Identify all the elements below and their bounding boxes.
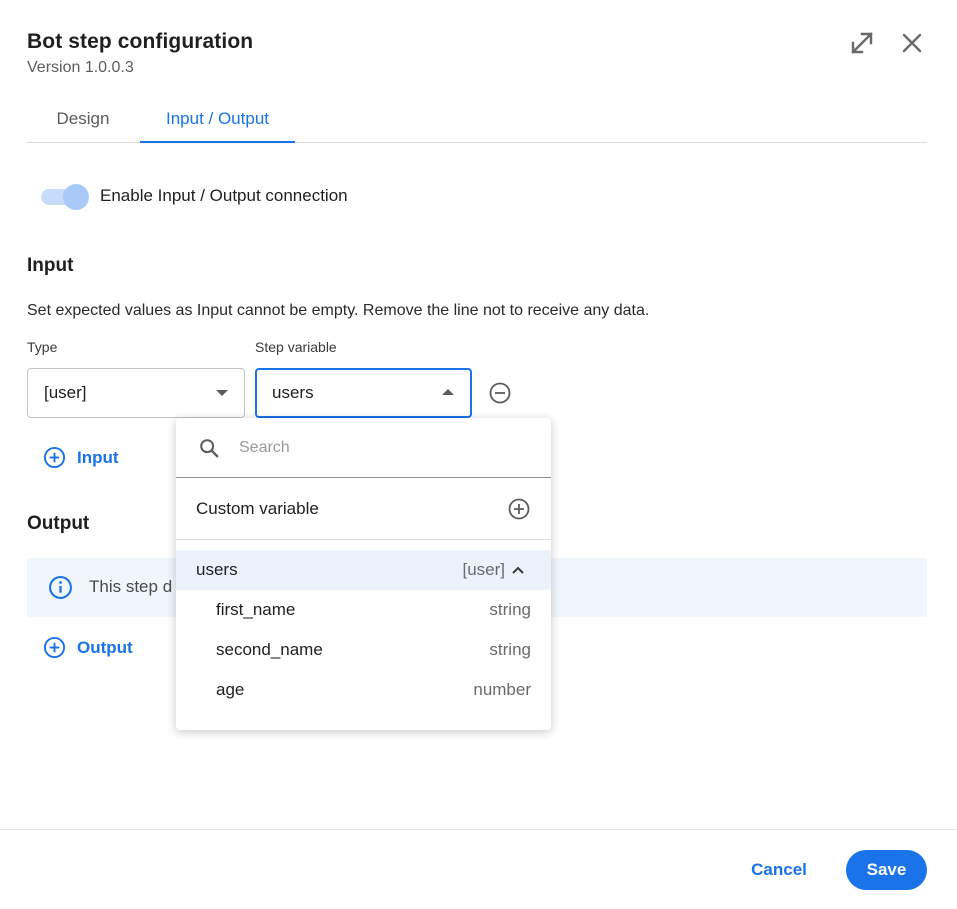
add-output-label: Output bbox=[77, 637, 133, 657]
custom-variable-label: Custom variable bbox=[196, 499, 319, 518]
footer-divider bbox=[0, 829, 957, 830]
variable-group-type: [user] bbox=[462, 560, 505, 579]
type-select[interactable]: [user] bbox=[27, 368, 245, 418]
step-variable-field-label: Step variable bbox=[255, 339, 337, 355]
caret-up-icon bbox=[442, 389, 454, 395]
variable-option-second-name[interactable]: second_name string bbox=[176, 630, 551, 670]
step-variable-select[interactable]: users bbox=[255, 368, 472, 418]
add-input-button[interactable]: Input bbox=[43, 446, 119, 469]
plus-circle-icon[interactable] bbox=[507, 497, 531, 521]
dialog-title: Bot step configuration bbox=[27, 30, 254, 53]
search-icon bbox=[200, 439, 219, 458]
variable-option-type: string bbox=[489, 600, 531, 619]
tab-bar: Design Input / Output bbox=[27, 95, 927, 143]
variable-option-type: number bbox=[473, 680, 531, 699]
variable-option-name: first_name bbox=[216, 600, 296, 619]
add-input-label: Input bbox=[77, 447, 119, 467]
caret-down-icon bbox=[216, 390, 228, 396]
toggle-thumb bbox=[63, 184, 89, 210]
input-description: Set expected values as Input cannot be e… bbox=[27, 302, 650, 319]
variable-option-first-name[interactable]: first_name string bbox=[176, 590, 551, 630]
minus-circle-icon bbox=[489, 382, 511, 404]
enable-io-label: Enable Input / Output connection bbox=[100, 186, 348, 205]
close-icon bbox=[902, 33, 922, 53]
variable-option-type: string bbox=[489, 640, 531, 659]
add-output-button[interactable]: Output bbox=[43, 636, 133, 659]
variable-option-name: second_name bbox=[216, 640, 323, 659]
type-select-value: [user] bbox=[44, 383, 87, 402]
chevron-up-icon[interactable] bbox=[511, 563, 525, 577]
cancel-button[interactable]: Cancel bbox=[738, 851, 820, 889]
type-field-label: Type bbox=[27, 339, 58, 355]
tab-design[interactable]: Design bbox=[27, 95, 139, 142]
dropdown-search-input[interactable] bbox=[239, 434, 529, 462]
expand-icon bbox=[851, 32, 873, 54]
enable-io-toggle[interactable] bbox=[41, 184, 89, 210]
step-variable-value: users bbox=[272, 383, 314, 402]
output-section-title: Output bbox=[27, 513, 90, 534]
save-button[interactable]: Save bbox=[846, 850, 927, 890]
remove-input-button[interactable] bbox=[488, 381, 512, 405]
step-variable-dropdown: Custom variable users [user] first_name … bbox=[176, 418, 551, 730]
version-label: Version 1.0.0.3 bbox=[27, 59, 134, 76]
dropdown-search bbox=[176, 418, 551, 478]
plus-circle-icon bbox=[43, 446, 66, 469]
info-icon bbox=[49, 576, 72, 599]
expand-button[interactable] bbox=[846, 27, 878, 59]
variable-option-name: age bbox=[216, 680, 245, 699]
custom-variable-option[interactable]: Custom variable bbox=[176, 478, 551, 540]
variable-option-age[interactable]: age number bbox=[176, 670, 551, 710]
plus-circle-icon bbox=[43, 636, 66, 659]
variable-group-users[interactable]: users [user] bbox=[176, 550, 551, 590]
variable-group-name: users bbox=[196, 560, 238, 579]
close-button[interactable] bbox=[896, 27, 928, 59]
output-info-text: This step d bbox=[89, 577, 173, 596]
input-section-title: Input bbox=[27, 255, 74, 276]
dialog-header: Bot step configuration Version 1.0.0.3 bbox=[27, 30, 253, 77]
tab-input-output[interactable]: Input / Output bbox=[140, 95, 295, 143]
